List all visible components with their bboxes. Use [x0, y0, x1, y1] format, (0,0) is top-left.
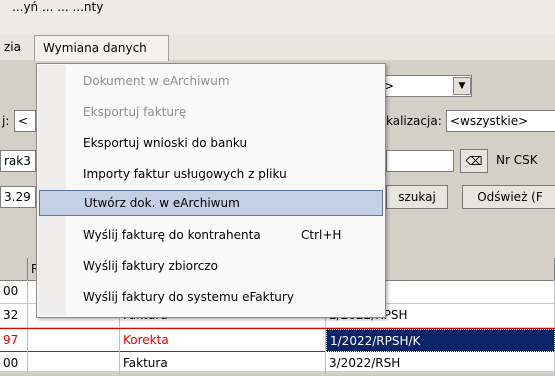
eraser-icon[interactable]: ⌫: [460, 149, 488, 173]
menu-wymiana-danych[interactable]: Wymiana danych: [34, 35, 169, 61]
menu-item-label: Eksportuj wnioski do banku: [83, 136, 248, 150]
menu-utworz-dok-earchiwum[interactable]: Utwórz dok. w eArchiwum: [39, 190, 383, 216]
lokalizacja-label: kalizacja:: [386, 114, 442, 128]
row-cell-type: Faktura: [120, 352, 326, 375]
header-col-0[interactable]: [0, 258, 28, 280]
row-cell-r: [28, 329, 120, 352]
menu-eksportuj-wnioski[interactable]: Eksportuj wnioski do banku: [39, 130, 383, 156]
row-cell-number-selected: 1/2022/RPSH/K: [326, 329, 555, 352]
menu-item-label: Utwórz dok. w eArchiwum: [84, 196, 240, 210]
window-title-strip: ...yń ... ... ...nty: [0, 0, 555, 34]
filter-input-mid-2[interactable]: [386, 150, 454, 172]
search-button[interactable]: szukaj: [386, 185, 448, 209]
chevron-down-icon[interactable]: ▼: [453, 77, 471, 95]
row-cell-number: 3/2022/RSH: [326, 352, 555, 375]
menu-item-label: Wyślij fakturę do kontrahenta: [83, 228, 261, 242]
table-row[interactable]: 00 Faktura 3/2022/RSH: [0, 352, 555, 376]
refresh-button[interactable]: Odśwież (F: [462, 185, 555, 209]
row-cell-r: [28, 352, 120, 375]
menu-wyslij-faktury-efaktury[interactable]: Wyślij faktury do systemu eFaktury: [39, 284, 383, 310]
row-cell-id: 97: [0, 329, 28, 352]
filter-input-left-2[interactable]: rak3: [0, 150, 36, 172]
row-cell-id: 32: [0, 304, 28, 327]
menu-wyslij-faktury-zbiorczo[interactable]: Wyślij faktury zbiorczo: [39, 253, 383, 279]
date-input-left[interactable]: 3.29: [0, 186, 36, 208]
wymiana-danych-dropdown: Dokument w eArchiwum Eksportuj fakturę E…: [36, 63, 386, 318]
menu-item-label: Wyślij faktury zbiorczo: [83, 259, 219, 273]
row-cell-type: Korekta: [120, 329, 326, 352]
lokalizacja-combo[interactable]: <wszystkie>: [446, 110, 555, 132]
menu-item-label: Importy faktur usługowych z pliku: [83, 167, 287, 181]
row-cell-id: 00: [0, 352, 28, 375]
filter-label-left: j:: [2, 114, 10, 128]
menu-dokument-w-earchiwum[interactable]: Dokument w eArchiwum: [39, 68, 383, 94]
menu-item-partial[interactable]: zia: [4, 36, 21, 58]
menu-shortcut: Ctrl+H: [301, 228, 342, 242]
menu-eksportuj-fakture[interactable]: Eksportuj fakturę: [39, 99, 383, 125]
table-row-correction[interactable]: 97 Korekta 1/2022/RPSH/K: [0, 328, 555, 352]
nr-csk-label: Nr CSK: [496, 153, 538, 167]
title-fragment: ...yń ... ... ...nty: [12, 0, 104, 14]
menu-wyslij-fakture-kontrahenta[interactable]: Wyślij fakturę do kontrahenta Ctrl+H: [39, 222, 383, 248]
filter-combo-left[interactable]: <: [14, 110, 36, 132]
row-cell-id: 00: [0, 280, 28, 303]
menu-importy-faktur[interactable]: Importy faktur usługowych z pliku: [39, 161, 383, 187]
menu-item-label: Dokument w eArchiwum: [83, 74, 230, 88]
menu-item-label: Eksportuj fakturę: [83, 105, 187, 119]
menu-item-label: Wyślij faktury do systemu eFaktury: [83, 290, 294, 304]
